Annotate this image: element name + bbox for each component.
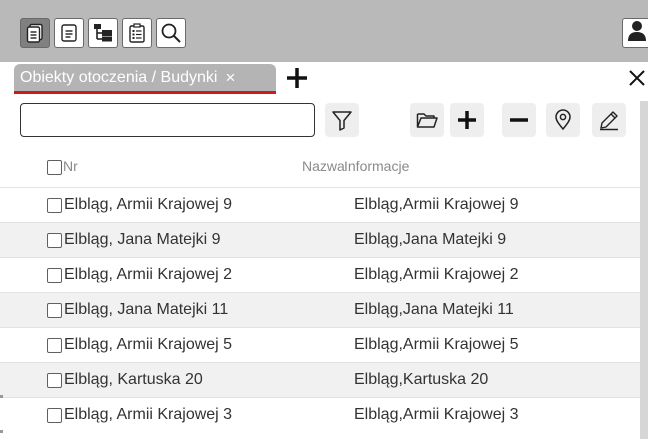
user-button[interactable] — [622, 18, 648, 48]
document-icon — [61, 24, 77, 42]
row-nr: Elbląg, Armii Krajowej 9 — [64, 196, 233, 213]
tab-label: Obiekty otoczenia / Budynki — [20, 68, 218, 86]
table-row[interactable]: Elbląg, Jana Matejki 9 Elbląg,Jana Matej… — [0, 222, 640, 257]
table-header: Nr Nazwa Informacje — [0, 144, 640, 187]
pages-button[interactable] — [20, 18, 50, 48]
pages-icon — [26, 23, 43, 43]
filter-icon — [332, 111, 352, 131]
row-nr: Elbląg, Armii Krajowej 2 — [64, 266, 233, 283]
row-info: Elbląg,Jana Matejki 9 — [354, 231, 507, 248]
top-toolbar — [0, 0, 648, 62]
edge-divider — [0, 395, 3, 398]
row-info: Elbląg,Kartuska 20 — [354, 371, 489, 388]
row-nr: Elbląg, Kartuska 20 — [64, 371, 203, 388]
row-checkbox[interactable] — [47, 233, 62, 248]
user-icon — [628, 21, 646, 41]
table-row[interactable]: Elbląg, Jana Matejki 11 Elbląg,Jana Mate… — [0, 292, 640, 327]
edit-button[interactable] — [592, 103, 626, 137]
row-info: Elbląg,Armii Krajowej 2 — [354, 266, 519, 283]
row-info: Elbląg,Armii Krajowej 9 — [354, 196, 519, 213]
column-header-nazwa[interactable]: Nazwa — [302, 158, 345, 174]
search-icon — [161, 23, 181, 43]
minus-icon — [510, 118, 528, 122]
filter-button[interactable] — [325, 103, 359, 137]
row-nr: Elbląg, Jana Matejki 11 — [64, 301, 229, 318]
form-icon — [129, 23, 145, 43]
row-checkbox[interactable] — [47, 198, 62, 213]
column-header-nr[interactable]: Nr — [63, 158, 78, 174]
edge-divider — [0, 430, 3, 433]
row-nr: Elbląg, Jana Matejki 9 — [64, 231, 221, 248]
select-all-checkbox[interactable] — [47, 160, 62, 175]
vertical-scrollbar[interactable] — [640, 101, 648, 439]
search-button[interactable] — [156, 18, 186, 48]
row-checkbox[interactable] — [47, 373, 62, 388]
tab-close-button[interactable]: × — [225, 69, 235, 86]
form-button[interactable] — [122, 18, 152, 48]
column-header-informacje[interactable]: Informacje — [344, 158, 409, 174]
open-folder-button[interactable] — [410, 103, 444, 137]
row-info: Elbląg,Armii Krajowej 3 — [354, 406, 519, 423]
location-icon — [555, 109, 571, 131]
row-info: Elbląg,Armii Krajowej 5 — [354, 336, 519, 353]
add-button[interactable] — [450, 103, 484, 137]
tab-strip: Obiekty otoczenia / Budynki × — [0, 62, 648, 102]
document-button[interactable] — [54, 18, 84, 48]
remove-button[interactable] — [502, 103, 536, 137]
tree-icon — [94, 24, 112, 42]
row-checkbox[interactable] — [47, 408, 62, 423]
close-panel-icon[interactable] — [625, 66, 648, 90]
row-checkbox[interactable] — [47, 268, 62, 283]
table-row[interactable]: Elbląg, Armii Krajowej 9 Elbląg,Armii Kr… — [0, 187, 640, 222]
location-button[interactable] — [546, 103, 580, 137]
search-input[interactable] — [20, 103, 315, 137]
table-row[interactable]: Elbląg, Kartuska 20 Elbląg,Kartuska 20 — [0, 362, 640, 397]
plus-icon — [458, 111, 476, 129]
folder-icon — [416, 113, 438, 128]
table-row[interactable]: Elbląg, Armii Krajowej 2 Elbląg,Armii Kr… — [0, 257, 640, 292]
row-info: Elbląg,Jana Matejki 11 — [354, 301, 514, 318]
tab-obiekty-budynki[interactable]: Obiekty otoczenia / Budynki × — [14, 64, 276, 94]
row-checkbox[interactable] — [47, 338, 62, 353]
edit-icon — [600, 111, 618, 131]
add-tab-icon[interactable] — [284, 65, 310, 91]
table-row[interactable]: Elbląg, Armii Krajowej 3 Elbląg,Armii Kr… — [0, 397, 640, 432]
table-row[interactable]: Elbląg, Armii Krajowej 5 Elbląg,Armii Kr… — [0, 327, 640, 362]
row-nr: Elbląg, Armii Krajowej 3 — [64, 406, 233, 423]
row-nr: Elbląg, Armii Krajowej 5 — [64, 336, 233, 353]
tree-button[interactable] — [88, 18, 118, 48]
row-checkbox[interactable] — [47, 303, 62, 318]
